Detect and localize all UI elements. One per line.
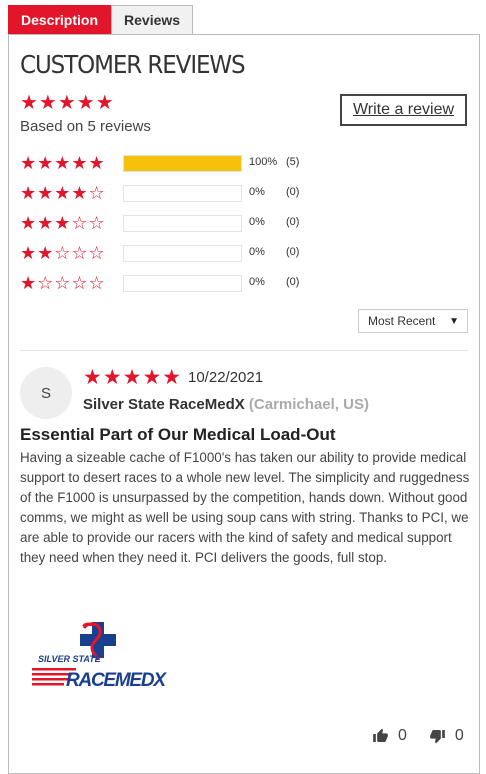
tab-description[interactable]: Description (8, 5, 112, 34)
caret-down-icon: ▼ (449, 315, 459, 327)
review-votes: 0 0 (372, 727, 464, 745)
logo-line-1: SILVER STATE (38, 654, 102, 664)
histogram-bar-fill (124, 156, 241, 171)
histogram-stars: ★★★★★ (20, 153, 106, 173)
write-review-button[interactable]: Write a review (340, 94, 467, 126)
histogram-stars: ★★☆☆☆ (20, 243, 106, 263)
thumbs-down-button[interactable]: 0 (429, 727, 464, 745)
section-title: CUSTOMER REVIEWS (20, 50, 246, 79)
thumbs-down-count: 0 (454, 727, 464, 744)
logo-line-2: RACEMEDX (66, 670, 167, 691)
histogram-bar (123, 215, 242, 232)
review-body: Having a sizeable cache of F1000's has t… (20, 450, 470, 565)
histogram-row-4[interactable]: ★★★★☆ 0% (0) (20, 183, 299, 203)
histogram-row-2[interactable]: ★★☆☆☆ 0% (0) (20, 243, 299, 263)
histogram-bar (123, 275, 242, 292)
histogram-count: (0) (286, 246, 300, 258)
tab-reviews[interactable]: Reviews (111, 5, 194, 35)
review-title: Essential Part of Our Medical Load-Out (20, 425, 336, 444)
histogram-percent: 0% (249, 276, 265, 288)
divider (20, 350, 468, 351)
thumbs-up-icon (373, 728, 388, 742)
histogram-stars: ★★★★☆ (20, 183, 106, 203)
histogram-row-1[interactable]: ★☆☆☆☆ 0% (0) (20, 273, 299, 293)
sort-select[interactable]: Most Recent ▼ (358, 309, 468, 333)
histogram-row-3[interactable]: ★★★☆☆ 0% (0) (20, 213, 299, 233)
histogram-bar (123, 245, 242, 262)
review-date: 10/22/2021 (188, 369, 264, 386)
histogram-count: (0) (286, 216, 300, 228)
histogram-stars: ★☆☆☆☆ (20, 273, 106, 293)
sort-selected-value: Most Recent (368, 314, 436, 328)
histogram-count: (0) (286, 276, 300, 288)
thumbs-down-icon (430, 730, 445, 744)
histogram-bar (123, 185, 242, 202)
histogram-bar (123, 155, 242, 172)
avatar: S (20, 367, 72, 419)
review-rating-stars: ★★★★★ (83, 366, 183, 389)
review-image-logo[interactable]: SILVER STATE RACEMEDX (30, 614, 170, 694)
histogram-percent: 100% (249, 156, 278, 168)
review-count-text: Based on 5 reviews (20, 118, 151, 135)
histogram-percent: 0% (249, 246, 265, 258)
histogram-stars: ★★★☆☆ (20, 213, 106, 233)
histogram-count: (0) (286, 186, 300, 198)
histogram-row-5[interactable]: ★★★★★ 100% (5) (20, 153, 299, 173)
histogram-count: (5) (286, 156, 300, 168)
summary-rating-stars: ★★★★★ (20, 92, 115, 114)
thumbs-up-button[interactable]: 0 (372, 727, 407, 745)
reviewer-location: (Carmichael, US) (248, 396, 369, 413)
histogram-percent: 0% (249, 216, 265, 228)
tab-bar: Description Reviews (8, 5, 194, 35)
thumbs-up-count: 0 (398, 727, 407, 744)
histogram-percent: 0% (249, 186, 265, 198)
reviewer-line: Silver State RaceMedX (Carmichael, US) (83, 396, 369, 413)
reviewer-name: Silver State RaceMedX (83, 396, 245, 413)
